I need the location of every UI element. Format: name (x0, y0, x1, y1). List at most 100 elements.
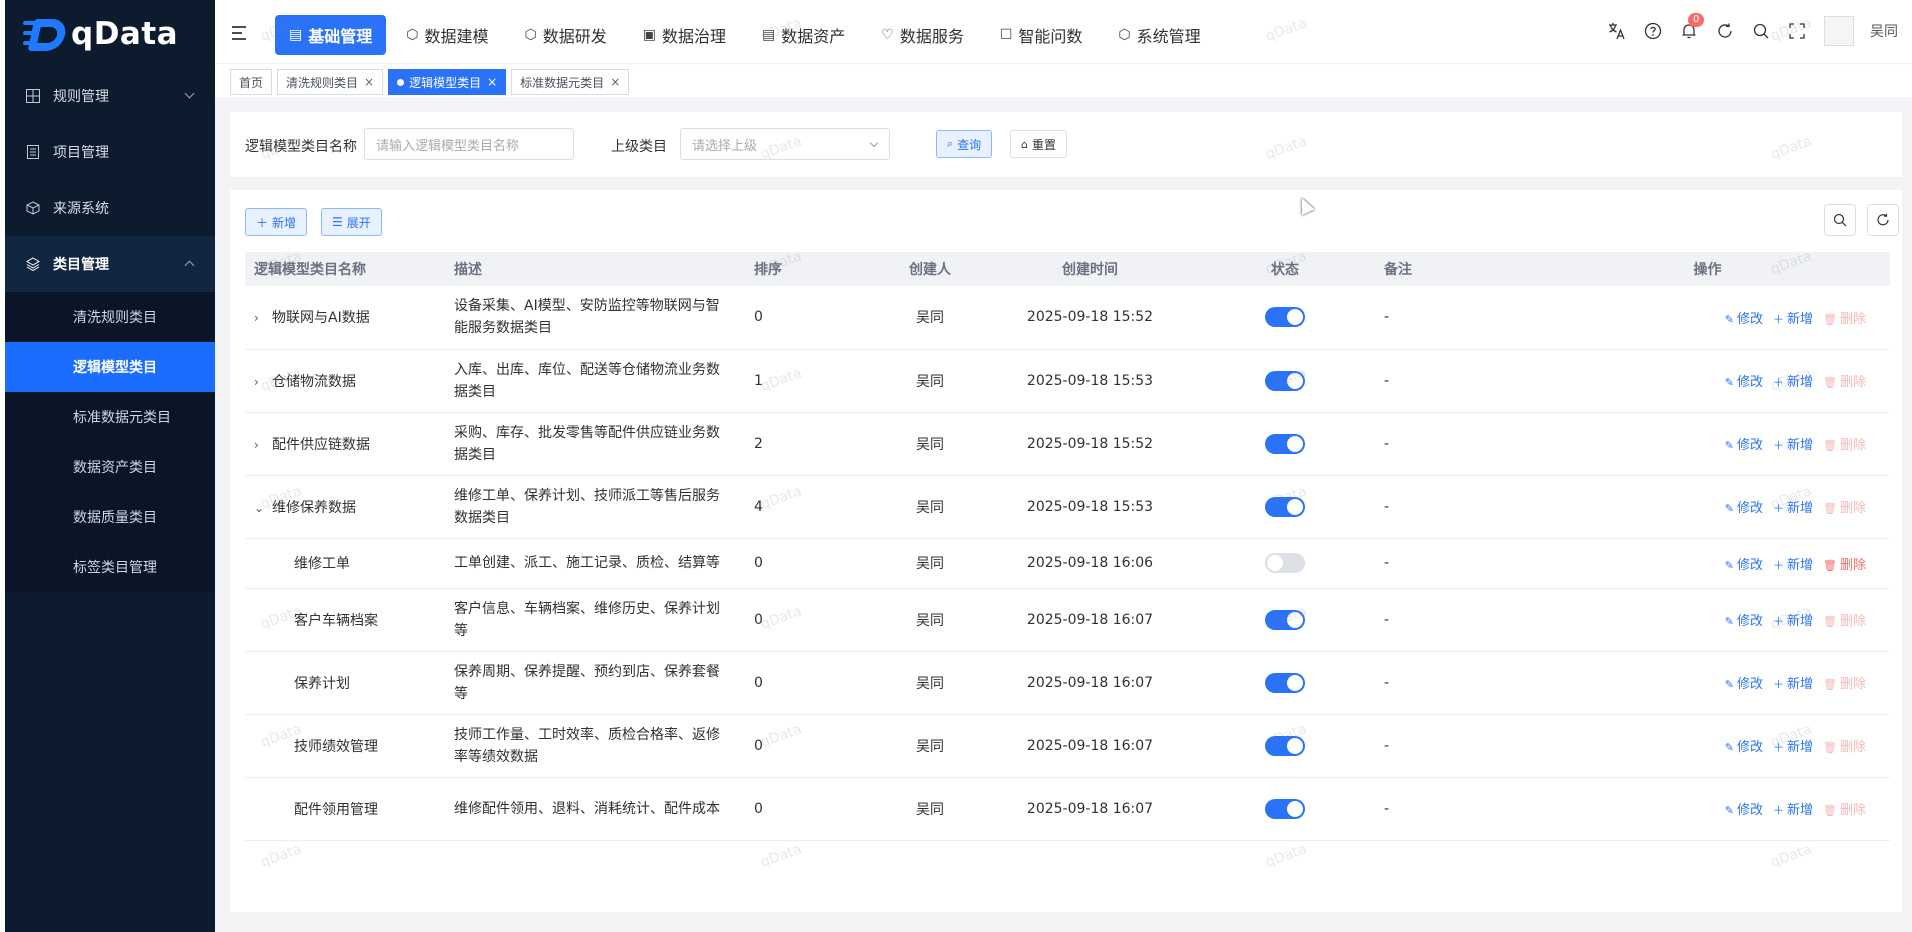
chevron-right-icon[interactable]: › (254, 375, 272, 389)
status-toggle[interactable] (1265, 307, 1305, 328)
edit-button[interactable]: ✎ 修改 (1725, 803, 1763, 818)
delete-button[interactable]: 🗑 删除 (1823, 803, 1866, 818)
chevron-right-icon[interactable]: › (254, 438, 272, 452)
edit-button[interactable]: ✎ 修改 (1725, 558, 1763, 573)
parent-filter-select[interactable]: 请选择上级 (680, 128, 890, 160)
add-child-button[interactable]: ＋新增 (1773, 803, 1813, 818)
nav-label: 基础管理 (308, 27, 373, 46)
add-child-button[interactable]: ＋新增 (1773, 438, 1813, 453)
fullscreen-icon[interactable] (1786, 20, 1808, 42)
nav-data-modeling[interactable]: ⬡ 数据建模 (390, 15, 504, 55)
status-toggle[interactable] (1265, 496, 1305, 517)
edit-label: 修改 (1736, 501, 1763, 516)
logo-text: qData (71, 16, 179, 52)
sidebar-subitem-tags[interactable]: 标签类目管理 (5, 542, 215, 592)
status-toggle[interactable] (1265, 798, 1305, 819)
table-row: › 物联网与AI数据 设备采集、AI模型、安防监控等物联网与智能服务数据类目 0 吴同 2… (245, 286, 1890, 350)
row-description-cell: 技师工作量、工时效率、质检合格率、返修率等绩效数据 (445, 714, 745, 778)
edit-button[interactable]: ✎ 修改 (1725, 677, 1763, 692)
status-toggle[interactable] (1265, 553, 1305, 573)
edit-button[interactable]: ✎ 修改 (1725, 438, 1763, 453)
table-search-toggle-icon[interactable] (1824, 204, 1856, 236)
query-button[interactable]: ⌕ 查询 (936, 130, 993, 158)
status-toggle[interactable] (1265, 735, 1305, 756)
chevron-right-icon[interactable]: › (254, 311, 272, 325)
tab-cleaning-rules[interactable]: 清洗规则类目 × (277, 69, 384, 95)
tab-standard-data-element[interactable]: 标准数据元类目 × (511, 69, 630, 95)
row-description: 技师工作量、工时效率、质检合格率、返修率等绩效数据 (454, 726, 720, 765)
translate-icon[interactable] (1606, 20, 1628, 42)
edit-button[interactable]: ✎ 修改 (1725, 614, 1763, 629)
status-toggle[interactable] (1265, 433, 1305, 454)
sidebar-item-projects[interactable]: 项目管理 (5, 124, 215, 180)
delete-button[interactable]: 🗑 删除 (1823, 375, 1866, 390)
row-created-time: 2025-09-18 16:07 (985, 777, 1195, 841)
status-toggle[interactable] (1265, 370, 1305, 391)
nav-data-assets[interactable]: ▤ 数据资产 (746, 15, 861, 55)
close-icon[interactable]: × (610, 75, 620, 89)
sidebar-subitem-cleaning-rules[interactable]: 清洗规则类目 (5, 292, 215, 342)
edit-button[interactable]: ✎ 修改 (1725, 312, 1763, 327)
nav-data-governance[interactable]: ▣ 数据治理 (627, 15, 742, 55)
row-description: 客户信息、车辆档案、维修历史、保养计划等 (454, 600, 720, 639)
nav-data-development[interactable]: ⬡ 数据研发 (509, 15, 623, 55)
add-label: 新增 (1787, 501, 1814, 516)
add-child-button[interactable]: ＋新增 (1773, 677, 1813, 692)
row-name-cell: 配件领用管理 (245, 777, 445, 841)
edit-button[interactable]: ✎ 修改 (1725, 740, 1763, 755)
main-content: 逻辑模型类目名称 请输入逻辑模型类目名称 上级类目 请选择上级 ⌕ 查询 ⌂ 重置 … (215, 100, 1912, 932)
expand-button[interactable]: ☰ 展开 (321, 208, 382, 236)
add-button[interactable]: ＋新增 (245, 208, 308, 236)
add-child-button[interactable]: ＋新增 (1773, 614, 1813, 629)
delete-button[interactable]: 🗑 删除 (1823, 438, 1866, 453)
delete-button[interactable]: 🗑 删除 (1823, 558, 1866, 573)
status-toggle[interactable] (1265, 672, 1305, 693)
help-icon[interactable] (1642, 20, 1664, 42)
sidebar-item-categories[interactable]: 类目管理 (5, 236, 215, 292)
notification-bell-icon[interactable]: 0 (1678, 13, 1705, 42)
chevron-down-icon[interactable]: ⌄ (254, 501, 272, 515)
sidebar-subitem-standard-data-element[interactable]: 标准数据元类目 (5, 392, 215, 442)
sidebar-subitem-logical-model[interactable]: 逻辑模型类目 (5, 342, 215, 392)
add-child-button[interactable]: ＋新增 (1773, 312, 1813, 327)
delete-button[interactable]: 🗑 删除 (1823, 501, 1866, 516)
close-icon[interactable]: × (487, 75, 497, 89)
user-name[interactable]: 吴同 (1870, 21, 1898, 41)
nav-data-services[interactable]: ♡ 数据服务 (865, 15, 980, 55)
asset-icon: ▤ (762, 27, 776, 43)
menu-toggle-icon[interactable] (232, 26, 250, 40)
nav-basic-management[interactable]: ▤ 基础管理 (275, 15, 387, 55)
status-toggle[interactable] (1265, 609, 1305, 630)
tab-logical-model[interactable]: 逻辑模型类目 × (388, 69, 507, 95)
notification-badge: 0 (1688, 13, 1705, 27)
row-remark: - (1375, 714, 1525, 778)
table-row: › 配件供应链数据 采购、库存、批发零售等配件供应链业务数据类目 2 吴同 2025-09… (245, 412, 1890, 476)
expand-button-label: 展开 (346, 215, 371, 230)
name-filter-input[interactable]: 请输入逻辑模型类目名称 (364, 128, 574, 160)
nav-smart-query[interactable]: ☐ 智能问数 (984, 15, 1099, 55)
add-child-button[interactable]: ＋新增 (1773, 501, 1813, 516)
tab-home[interactable]: 首页 (230, 69, 273, 95)
avatar[interactable] (1824, 16, 1854, 46)
row-description-cell: 工单创建、派工、施工记录、质检、结算等 (445, 538, 745, 589)
nav-system-management[interactable]: ⬡ 系统管理 (1102, 15, 1216, 55)
query-button-label: 查询 (957, 137, 982, 152)
sidebar-item-source-systems[interactable]: 来源系统 (5, 180, 215, 236)
delete-button[interactable]: 🗑 删除 (1823, 614, 1866, 629)
add-child-button[interactable]: ＋新增 (1773, 558, 1813, 573)
table-refresh-icon[interactable] (1867, 204, 1899, 236)
add-child-button[interactable]: ＋新增 (1773, 740, 1813, 755)
delete-button[interactable]: 🗑 删除 (1823, 312, 1866, 327)
delete-button[interactable]: 🗑 删除 (1823, 740, 1866, 755)
edit-button[interactable]: ✎ 修改 (1725, 375, 1763, 390)
reset-button[interactable]: ⌂ 重置 (1010, 130, 1067, 158)
sidebar-subitem-data-asset[interactable]: 数据资产类目 (5, 442, 215, 492)
sidebar-subitem-data-quality[interactable]: 数据质量类目 (5, 492, 215, 542)
close-icon[interactable]: × (364, 75, 374, 89)
add-child-button[interactable]: ＋新增 (1773, 375, 1813, 390)
edit-button[interactable]: ✎ 修改 (1725, 501, 1763, 516)
sidebar-item-rules[interactable]: 规则管理 (5, 68, 215, 124)
refresh-icon[interactable] (1714, 20, 1736, 42)
delete-button[interactable]: 🗑 删除 (1823, 677, 1866, 692)
search-icon[interactable] (1750, 20, 1772, 42)
